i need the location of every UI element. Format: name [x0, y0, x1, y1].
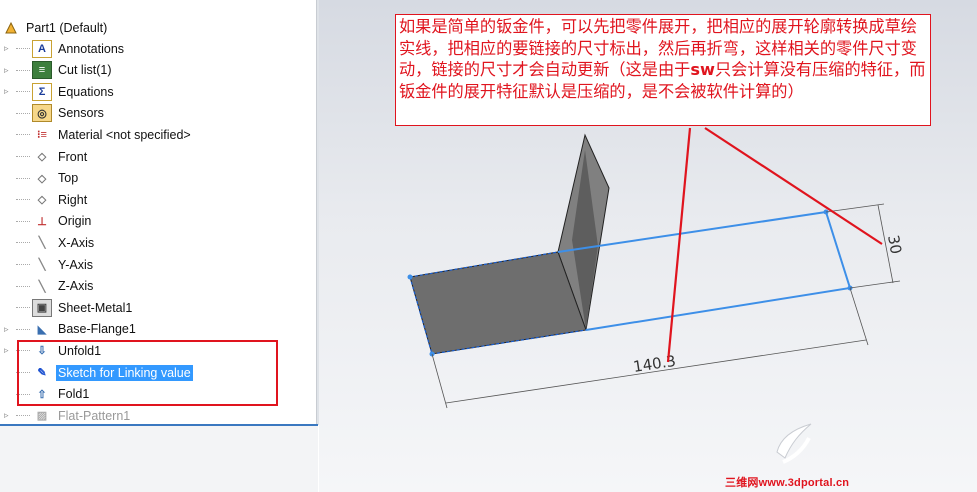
plane-icon: ◇: [37, 194, 47, 207]
tree-connector: [16, 91, 30, 93]
tree-connector: [16, 156, 30, 157]
tree-item-label: Z-Axis: [58, 279, 94, 294]
tree-item-label: Origin: [58, 214, 92, 229]
plane-icon: ◇: [37, 172, 47, 185]
dim-length-value[interactable]: 140.3: [632, 352, 677, 376]
property-panel-strip: [0, 426, 318, 492]
tree-item[interactable]: ◇ Top: [16, 168, 80, 189]
tree-connector: [16, 48, 30, 49]
expand-icon[interactable]: ▹: [4, 38, 14, 59]
expand-icon[interactable]: ▹: [4, 81, 14, 102]
tree-item-label: Front: [58, 149, 88, 164]
graphics-viewport[interactable]: 140.3 30 如果是简单的钣金件，可以先把零件展开，把相应的展开轮廓转换成草…: [319, 0, 977, 492]
sheet-metal-icon: ▣: [32, 298, 52, 317]
axis-icon: ╲: [38, 237, 46, 250]
ext-line: [825, 203, 885, 213]
equations-icon: Σ: [32, 82, 52, 101]
tree-item[interactable]: ▹ ≡ Cut list(1): [4, 60, 113, 81]
annotation-note: 如果是简单的钣金件，可以先把零件展开，把相应的展开轮廓转换成草绘实线，把相应的要…: [395, 14, 931, 126]
tree-item-label: Top: [58, 171, 79, 186]
tree-item-label: Material <not specified>: [58, 127, 191, 142]
tree-connector: [16, 134, 30, 136]
tree-item[interactable]: ⊥ Origin: [16, 211, 93, 232]
cut-list-icon: ≡: [32, 61, 52, 80]
dim-width-value[interactable]: 30: [884, 234, 905, 256]
tree-connector: [16, 177, 30, 179]
tree-item-label: X-Axis: [58, 235, 95, 250]
highlight-box: [17, 340, 278, 406]
tree-item-label: Y-Axis: [58, 257, 93, 272]
ext-line: [431, 353, 448, 409]
tree-connector: [16, 69, 30, 71]
tree-item[interactable]: ╲ Z-Axis: [16, 276, 95, 297]
ds-logo-icon: [776, 423, 812, 464]
annotation-leader: [666, 127, 692, 363]
tree-connector: [16, 415, 30, 417]
tree-item[interactable]: ╲ X-Axis: [16, 232, 96, 253]
ext-line: [849, 287, 869, 346]
tree-item[interactable]: ◇ Right: [16, 189, 89, 210]
tree-item[interactable]: ▹ Σ Equations: [4, 81, 116, 102]
annotation-text-bold: sw: [690, 60, 715, 80]
axis-icon: ╲: [38, 259, 46, 271]
tree-item-label: Cut list(1): [58, 63, 112, 78]
tree-connector: [16, 328, 30, 330]
tree-root[interactable]: Part1 (Default): [2, 17, 109, 38]
tree-connector: [16, 242, 30, 244]
tree-connector: [16, 264, 30, 265]
plane-icon: ◇: [37, 151, 47, 163]
axis-icon: ╲: [38, 280, 46, 293]
tree-item-label: Annotations: [58, 41, 125, 56]
tree-connector: [16, 199, 30, 201]
tree-item-label: Sheet-Metal1: [58, 300, 133, 315]
base-flange-icon: ◣: [37, 323, 47, 336]
tree-item[interactable]: ▹ ◣ Base-Flange1: [4, 319, 138, 340]
tree-connector: [16, 112, 30, 114]
tree-item[interactable]: ▹ A Annotations: [4, 38, 126, 59]
tree-item-label: Base-Flange1: [58, 322, 136, 337]
tree-item-label: Right: [58, 192, 88, 207]
sensors-icon: ◎: [32, 104, 52, 123]
tree-item[interactable]: ◎ Sensors: [16, 103, 106, 124]
tree-item[interactable]: ▣ Sheet-Metal1: [16, 297, 134, 318]
tree-item-label: Flat-Pattern1: [58, 408, 131, 423]
material-icon: ⁝≡: [37, 129, 47, 142]
tree-connector: [16, 307, 30, 309]
expand-icon[interactable]: ▹: [4, 60, 14, 81]
tree-item-label: Sensors: [58, 106, 104, 121]
tree-item-label: Equations: [58, 84, 114, 99]
expand-icon[interactable]: ▹: [4, 340, 14, 361]
origin-icon: ⊥: [37, 215, 47, 228]
tree-root-label: Part1 (Default): [26, 20, 108, 35]
tree-connector: [16, 285, 30, 287]
tree-item[interactable]: ◇ Front: [16, 146, 89, 167]
sketch-point: [407, 274, 413, 280]
tree-item[interactable]: ⁝≡ Material <not specified>: [16, 124, 193, 145]
watermark: 三维网www.3dportal.cn: [725, 477, 850, 489]
annotations-icon: A: [32, 39, 52, 58]
expand-icon[interactable]: ▹: [4, 319, 14, 340]
base-flange: [409, 251, 587, 355]
tree-item[interactable]: ╲ Y-Axis: [16, 254, 95, 275]
tree-connector: [16, 220, 30, 222]
part-icon: [2, 20, 20, 36]
flat-pattern-icon: ▨: [36, 410, 48, 423]
